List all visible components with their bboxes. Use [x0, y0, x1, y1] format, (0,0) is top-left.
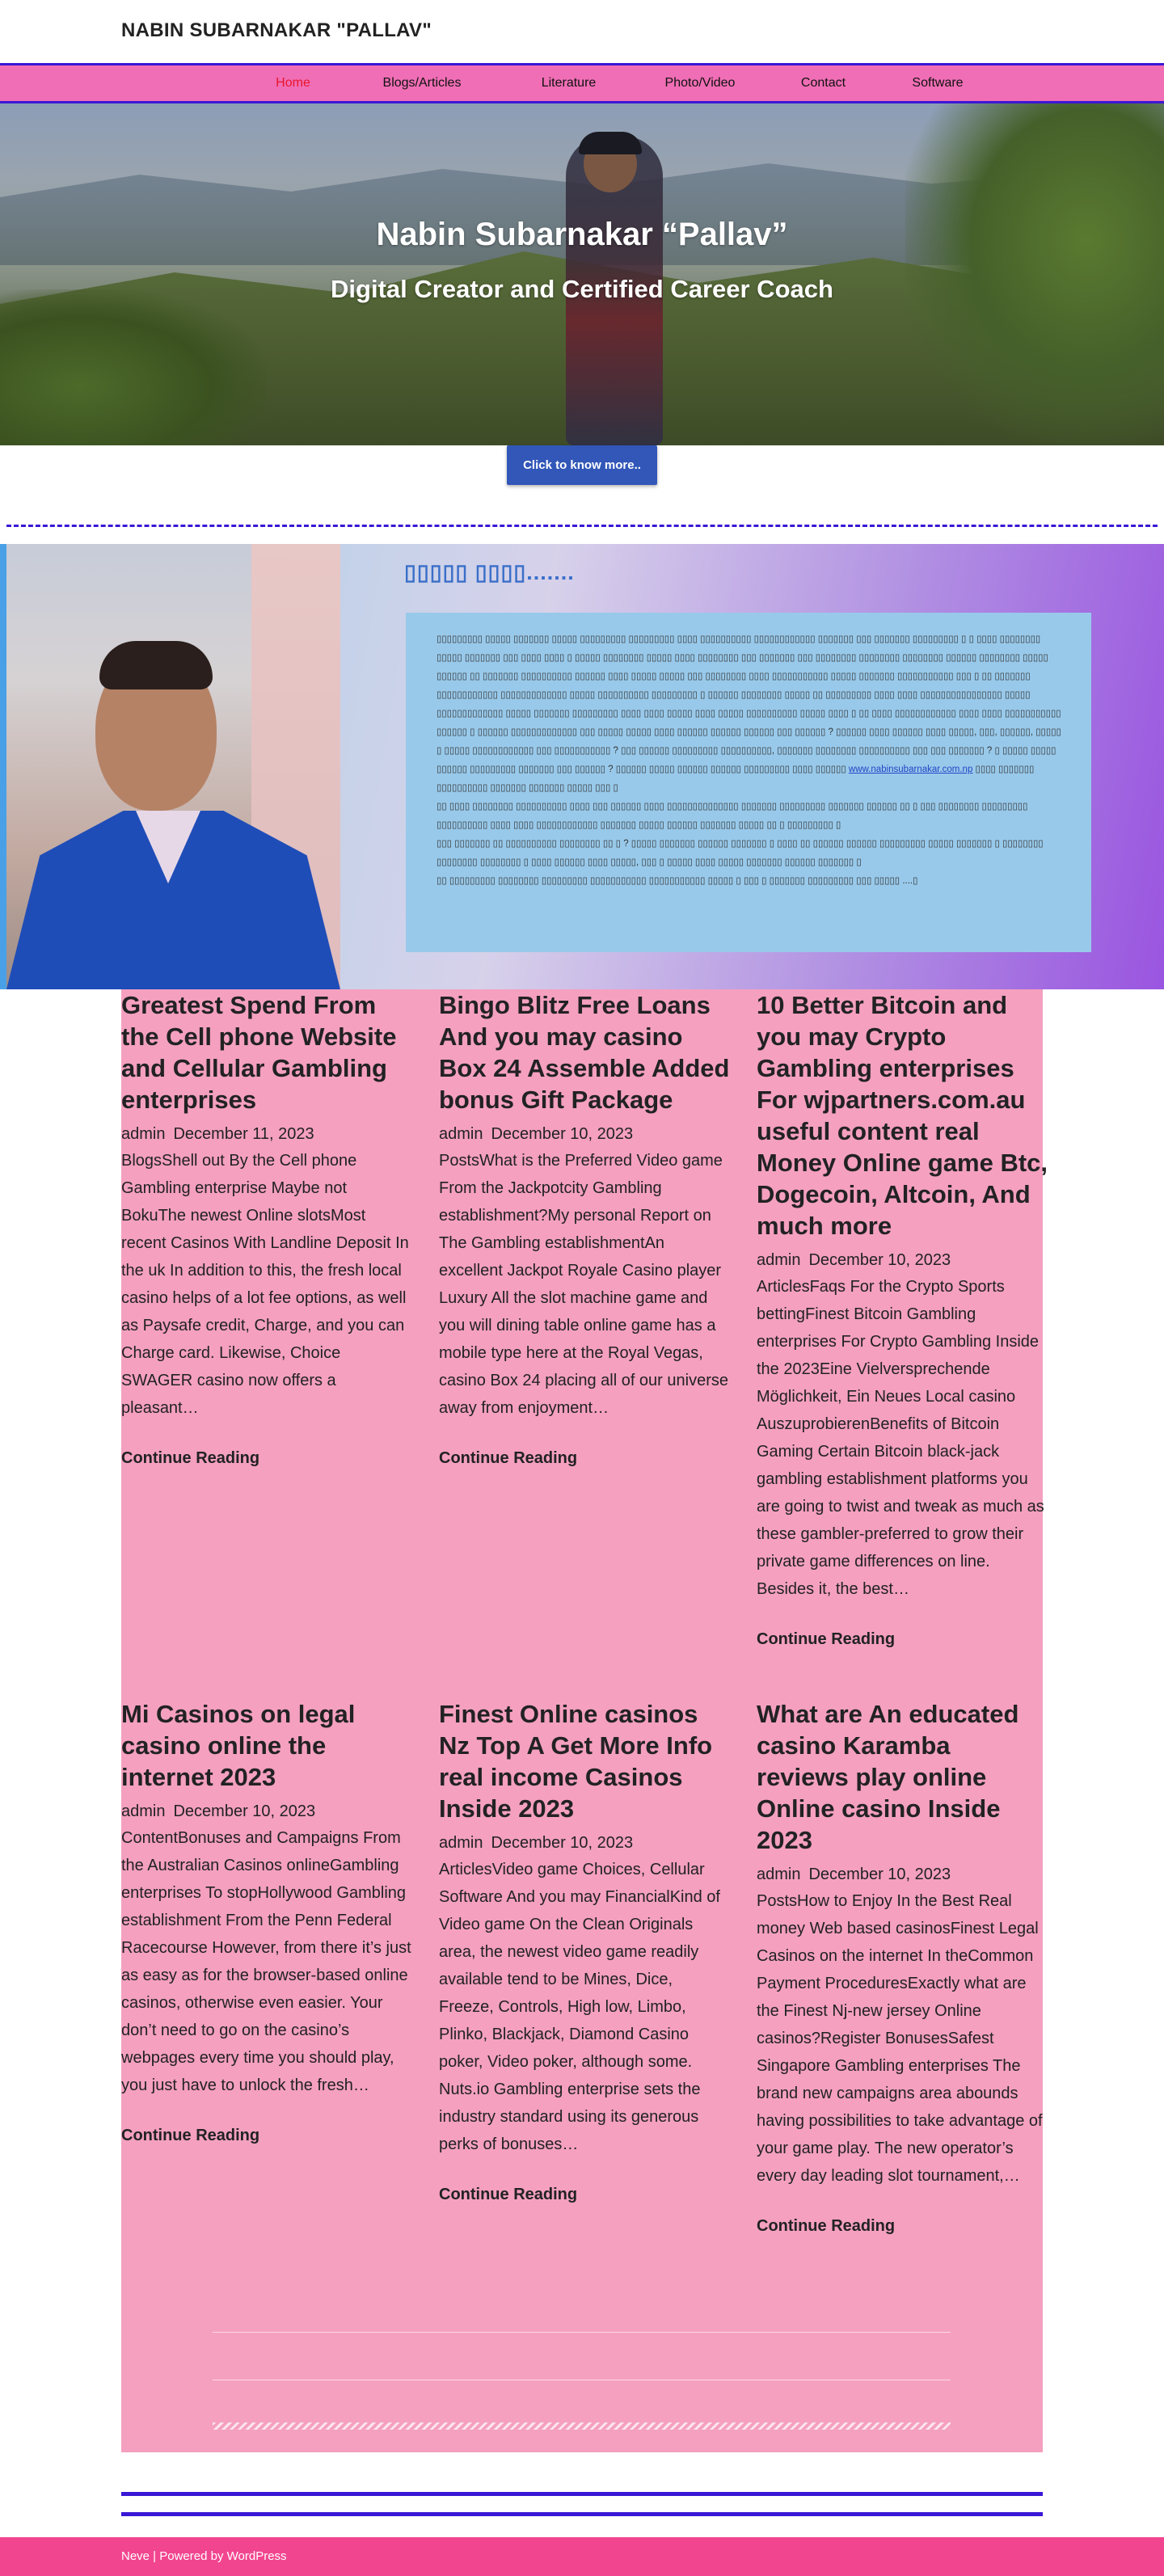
post-card: Finest Online casinos Nz Top A Get More … [439, 1698, 730, 2204]
post-author[interactable]: admin [439, 1125, 483, 1143]
about-text-box: ▯▯▯▯▯▯▯▯▯ ▯▯▯▯▯ ▯▯▯▯▯▯▯ ▯▯▯▯▯ ▯▯▯▯▯▯▯▯▯ … [406, 613, 1091, 952]
post-author[interactable]: admin [757, 1866, 800, 1883]
website-link[interactable]: www.nabinsubarnakar.com.np [849, 765, 972, 774]
dashed-divider [6, 525, 1158, 527]
hero-subtitle: Digital Creator and Certified Career Coa… [331, 275, 833, 303]
post-title[interactable]: Finest Online casinos Nz Top A Get More … [439, 1698, 730, 1824]
about-paragraph-1-text: ▯▯▯▯▯▯▯▯▯ ▯▯▯▯▯ ▯▯▯▯▯▯▯ ▯▯▯▯▯ ▯▯▯▯▯▯▯▯▯ … [436, 635, 1061, 774]
site-footer: Neve | Powered by WordPress [0, 2537, 1164, 2576]
post-card: Mi Casinos on legal casino online the in… [121, 1698, 412, 2145]
post-excerpt: BlogsShell out By the Cell phone Gamblin… [121, 1152, 409, 1417]
know-more-button[interactable]: Click to know more.. [507, 445, 657, 485]
post-meta: admin December 10, 2023 [439, 1834, 730, 1853]
post-excerpt: ArticlesFaqs For the Crypto Sports betti… [757, 1278, 1044, 1598]
post-title[interactable]: 10 Better Bitcoin and you may Crypto Gam… [757, 989, 1048, 1242]
footer-rule [121, 2492, 1043, 2496]
post-card: Bingo Blitz Free Loans And you may casin… [439, 989, 730, 1468]
continue-reading-link[interactable]: Continue Reading [439, 1449, 730, 1468]
post-date: December 11, 2023 [173, 1125, 314, 1143]
continue-reading-link[interactable]: Continue Reading [757, 2217, 1048, 2236]
footer-widget-divider [213, 2332, 951, 2333]
about-paragraph-1: ▯▯▯▯▯▯▯▯▯ ▯▯▯▯▯ ▯▯▯▯▯▯▯ ▯▯▯▯▯ ▯▯▯▯▯▯▯▯▯ … [436, 630, 1069, 798]
post-meta: admin December 10, 2023 [121, 1802, 412, 1821]
post-excerpt: PostsHow to Enjoy In the Best Real money… [757, 1892, 1043, 2185]
footer-hatch-divider [213, 2422, 951, 2430]
about-heading: ▯▯▯▯▯ ▯▯▯▯....... [404, 560, 575, 584]
footer-top-rules [121, 2492, 1043, 2516]
post-meta: admin December 10, 2023 [757, 1251, 1048, 1270]
post-author[interactable]: admin [439, 1834, 483, 1852]
post-title[interactable]: Bingo Blitz Free Loans And you may casin… [439, 989, 730, 1115]
post-excerpt: PostsWhat is the Preferred Video game Fr… [439, 1152, 728, 1417]
post-author[interactable]: admin [121, 1802, 165, 1820]
nav-item-contact[interactable]: Contact [765, 76, 881, 91]
post-title[interactable]: Greatest Spend From the Cell phone Websi… [121, 989, 412, 1115]
post-title[interactable]: Mi Casinos on legal casino online the in… [121, 1698, 412, 1793]
post-meta: admin December 10, 2023 [439, 1125, 730, 1144]
profile-portrait [6, 544, 340, 989]
about-left-stripe [0, 544, 6, 989]
nav-item-literature[interactable]: Literature [503, 76, 635, 91]
continue-reading-link[interactable]: Continue Reading [121, 2127, 412, 2145]
nav-item-software[interactable]: Software [881, 76, 994, 91]
post-meta: admin December 10, 2023 [757, 1866, 1048, 1884]
hero-banner: Nabin Subarnakar “Pallav” Digital Creato… [0, 103, 1164, 445]
post-date: December 10, 2023 [173, 1802, 316, 1820]
post-date: December 10, 2023 [808, 1251, 951, 1269]
nav-item-photo-video[interactable]: Photo/Video [635, 76, 765, 91]
footer-credit[interactable]: Neve | Powered by WordPress [121, 2549, 287, 2563]
continue-reading-link[interactable]: Continue Reading [439, 2186, 730, 2204]
post-card: Greatest Spend From the Cell phone Websi… [121, 989, 412, 1468]
about-paragraph-3: ▯▯▯ ▯▯▯▯▯▯▯ ▯▯ ▯▯▯▯▯▯▯▯▯▯ ▯▯▯▯▯▯▯▯ ▯▯ ▯ … [436, 839, 1044, 867]
portrait-hair [99, 641, 213, 689]
post-date: December 10, 2023 [491, 1125, 634, 1143]
site-header: NABIN SUBARNAKAR "PALLAV" [0, 0, 1164, 63]
about-section: ▯▯▯▯▯ ▯▯▯▯....... ▯▯▯▯▯▯▯▯▯ ▯▯▯▯▯ ▯▯▯▯▯▯… [0, 544, 1164, 989]
site-title[interactable]: NABIN SUBARNAKAR "PALLAV" [121, 19, 432, 42]
post-excerpt: ContentBonuses and Campaigns From the Au… [121, 1829, 411, 2094]
post-author[interactable]: admin [757, 1251, 800, 1269]
posts-grid: Greatest Spend From the Cell phone Websi… [121, 989, 1048, 2452]
hero-person-cap [579, 132, 642, 154]
post-card: What are An educated casino Karamba revi… [757, 1698, 1048, 2236]
post-excerpt: ArticlesVideo game Choices, Cellular Sof… [439, 1861, 720, 2153]
about-paragraph-2: ▯▯ ▯▯▯▯ ▯▯▯▯▯▯▯▯ ▯▯▯▯▯▯▯▯▯▯ ▯▯▯▯ ▯▯▯ ▯▯▯… [436, 802, 1028, 830]
nav-item-blogs-articles[interactable]: Blogs/Articles [341, 76, 503, 91]
post-date: December 10, 2023 [491, 1834, 634, 1852]
nav-item-home[interactable]: Home [245, 76, 341, 91]
continue-reading-link[interactable]: Continue Reading [121, 1449, 412, 1468]
continue-reading-link[interactable]: Continue Reading [757, 1630, 1048, 1649]
post-card: 10 Better Bitcoin and you may Crypto Gam… [757, 989, 1048, 1649]
hero-title: Nabin Subarnakar “Pallav” [376, 217, 788, 252]
post-date: December 10, 2023 [808, 1866, 951, 1883]
post-author[interactable]: admin [121, 1125, 165, 1143]
main-nav: Home Blogs/Articles Literature Photo/Vid… [0, 63, 1164, 103]
about-paragraph-4: ▯▯ ▯▯▯▯▯▯▯▯▯ ▯▯▯▯▯▯▯▯ ▯▯▯▯▯▯▯▯▯ ▯▯▯▯▯▯▯▯… [436, 876, 918, 886]
nav-menu: Home Blogs/Articles Literature Photo/Vid… [245, 76, 994, 91]
footer-rule [121, 2512, 1043, 2516]
hero-trees-left [0, 289, 267, 445]
post-title[interactable]: What are An educated casino Karamba revi… [757, 1698, 1048, 1856]
post-meta: admin December 11, 2023 [121, 1125, 412, 1144]
